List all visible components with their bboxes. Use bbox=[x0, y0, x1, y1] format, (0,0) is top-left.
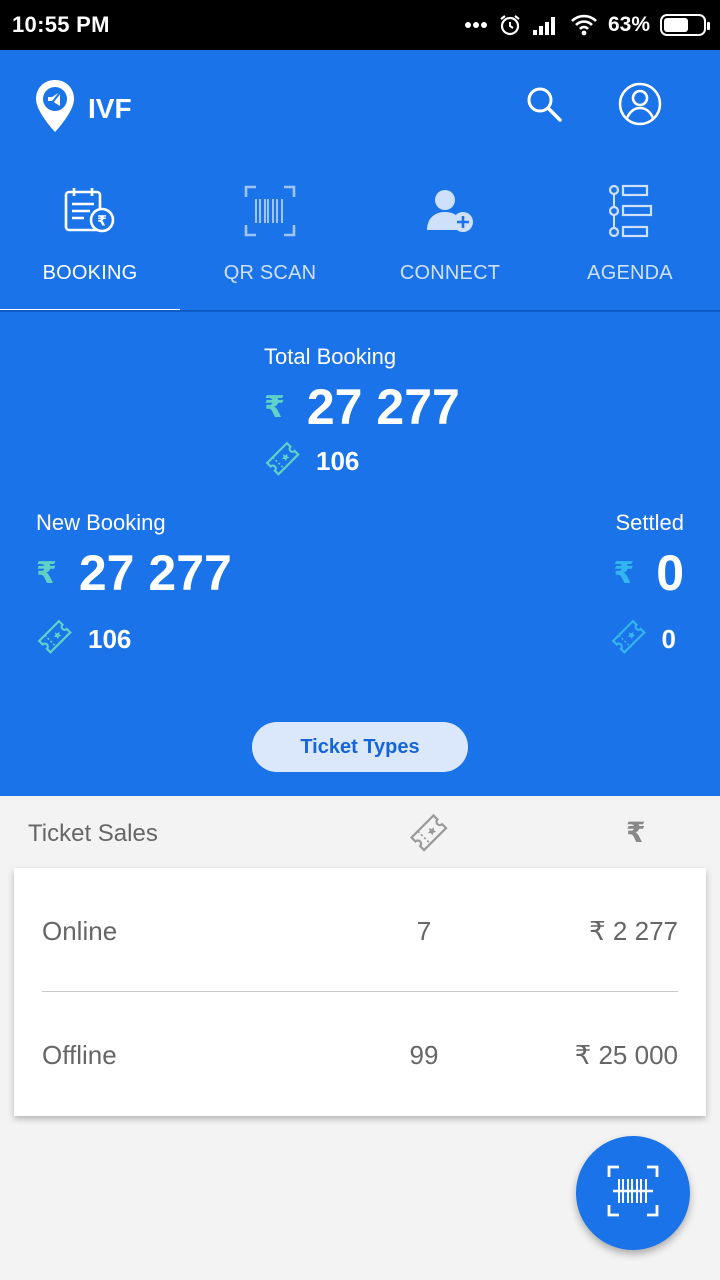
sale-amount: ₹ 2 277 bbox=[589, 916, 678, 946]
settled-amount: ₹ 0 bbox=[613, 544, 684, 602]
alarm-icon bbox=[498, 13, 522, 37]
tab-agenda[interactable]: AGENDA bbox=[540, 174, 720, 312]
main-tabs: ₹ BOOKING QR SCAN CONNECT AGENDA bbox=[0, 174, 720, 312]
ticket-icon bbox=[610, 618, 646, 661]
more-dots-icon bbox=[464, 21, 488, 29]
rupee-column-icon: ₹ bbox=[626, 817, 646, 848]
status-icons: 63% bbox=[464, 13, 710, 37]
rupee-icon: ₹ bbox=[264, 390, 285, 424]
location-megaphone-logo-icon bbox=[34, 78, 76, 139]
new-tickets: 106 bbox=[36, 618, 131, 661]
scan-fab-button[interactable] bbox=[576, 1136, 690, 1250]
ticket-types-button[interactable]: Ticket Types bbox=[252, 722, 468, 772]
battery-percent: 63% bbox=[607, 13, 650, 36]
sale-count: 7 bbox=[416, 916, 432, 946]
sales-row-offline[interactable]: Offline 99 ₹ 25 000 bbox=[14, 1024, 706, 1086]
search-button[interactable] bbox=[520, 82, 568, 130]
user-profile-icon bbox=[617, 81, 663, 132]
app-header: IVF ₹ BOOKING QR SCAN CONNECT AGENDA bbox=[0, 50, 720, 312]
total-tickets: 106 bbox=[264, 440, 359, 483]
sale-amount: ₹ 25 000 bbox=[574, 1040, 678, 1070]
svg-text:₹: ₹ bbox=[97, 214, 107, 230]
ticket-sales-card: Online 7 ₹ 2 277 Offline 99 ₹ 25 000 bbox=[14, 868, 706, 1116]
signal-icon bbox=[532, 14, 560, 36]
app-title: IVF bbox=[88, 92, 132, 124]
sales-row-online[interactable]: Online 7 ₹ 2 277 bbox=[14, 900, 706, 962]
tab-connect[interactable]: CONNECT bbox=[360, 174, 540, 312]
ticket-sales-header: Ticket Sales ₹ bbox=[0, 796, 720, 868]
ticket-column-icon bbox=[408, 812, 448, 857]
sale-channel: Online bbox=[42, 916, 118, 946]
new-amount-value: 27 277 bbox=[78, 545, 232, 601]
barcode-scan-icon bbox=[244, 182, 296, 240]
settled-label: Settled bbox=[615, 510, 685, 535]
new-ticket-count: 106 bbox=[88, 624, 132, 654]
ticket-icon bbox=[264, 440, 300, 483]
tab-label: QR SCAN bbox=[223, 262, 317, 284]
tab-label: BOOKING bbox=[42, 262, 138, 284]
new-booking-amount: ₹ 27 277 bbox=[36, 544, 232, 602]
tab-label: CONNECT bbox=[399, 262, 501, 284]
tab-label: AGENDA bbox=[587, 262, 673, 284]
status-bar: 10:55 PM 63% bbox=[0, 0, 720, 50]
rupee-icon: ₹ bbox=[36, 556, 57, 590]
brand: IVF bbox=[34, 78, 132, 139]
tab-qr-scan[interactable]: QR SCAN bbox=[180, 174, 360, 312]
tab-booking[interactable]: ₹ BOOKING bbox=[0, 174, 180, 312]
row-divider bbox=[42, 991, 678, 992]
new-booking-label: New Booking bbox=[36, 510, 166, 535]
booking-receipt-icon: ₹ bbox=[62, 182, 118, 240]
ticket-icon bbox=[36, 618, 72, 661]
profile-button[interactable] bbox=[616, 82, 664, 130]
total-booking-amount: ₹ 27 277 bbox=[264, 378, 460, 436]
battery-icon bbox=[660, 14, 710, 36]
wifi-icon bbox=[570, 14, 598, 36]
ticket-sales-label: Ticket Sales bbox=[28, 820, 158, 847]
total-booking-label: Total Booking bbox=[264, 344, 397, 369]
add-user-icon bbox=[423, 182, 477, 240]
total-ticket-count: 106 bbox=[316, 446, 360, 476]
settled-tickets: 0 bbox=[610, 618, 676, 661]
settled-amount-value: 0 bbox=[656, 545, 684, 601]
settled-ticket-count: 0 bbox=[661, 624, 676, 654]
agenda-list-icon bbox=[607, 182, 653, 240]
booking-summary: Total Booking ₹ 27 277 106 New Booking ₹… bbox=[0, 312, 720, 796]
status-time: 10:55 PM bbox=[12, 12, 110, 37]
sale-channel: Offline bbox=[42, 1040, 117, 1070]
sale-count: 99 bbox=[409, 1040, 439, 1070]
rupee-icon: ₹ bbox=[613, 556, 635, 590]
search-icon bbox=[524, 84, 564, 129]
barcode-scan-icon bbox=[605, 1163, 661, 1224]
total-amount-value: 27 277 bbox=[306, 379, 460, 435]
